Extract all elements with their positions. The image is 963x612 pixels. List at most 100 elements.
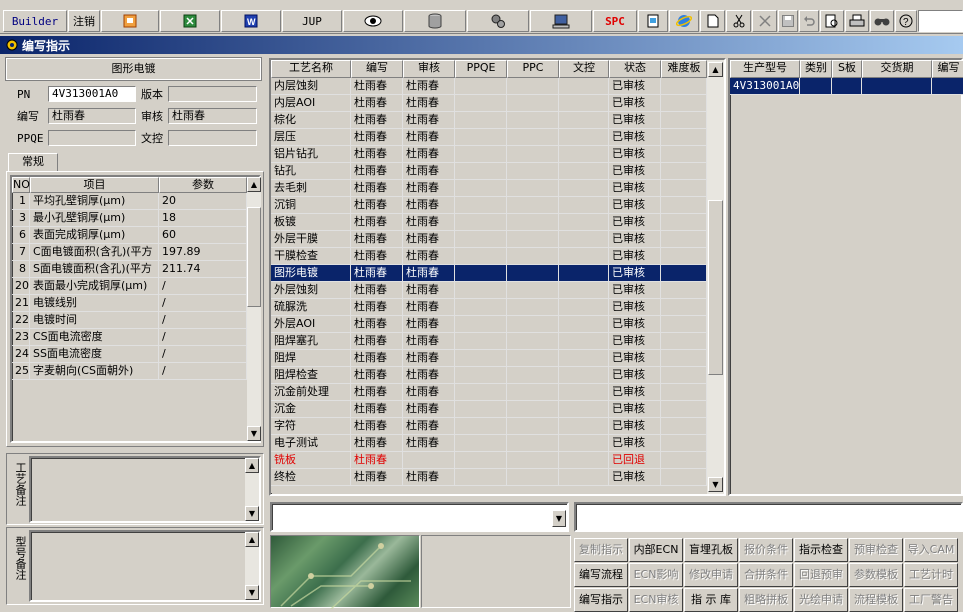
action-button[interactable]: ECN审核 (629, 588, 683, 612)
scroll-down-icon[interactable]: ▼ (245, 506, 259, 521)
process-row[interactable]: 棕化 杜雨春 杜雨春 已审核 (271, 112, 707, 129)
action-button[interactable]: 光绘申请 (794, 588, 848, 612)
file-icon[interactable] (638, 10, 668, 32)
process-row[interactable]: 板镀 杜雨春 杜雨春 已审核 (271, 214, 707, 231)
save-icon[interactable] (778, 10, 798, 32)
word-icon[interactable]: W (221, 10, 281, 32)
action-button[interactable]: 指示检查 (794, 538, 848, 562)
param-row[interactable]: 20 表面最小完成铜厚(μm) / (12, 278, 247, 295)
settings-icon[interactable] (467, 10, 529, 32)
scroll-up-icon[interactable]: ▲ (245, 458, 259, 473)
action-button[interactable]: 预审检查 (849, 538, 903, 562)
model-header-2[interactable]: S板 (832, 60, 862, 78)
version-field[interactable] (168, 86, 257, 102)
process-row[interactable]: 层压 杜雨春 杜雨春 已审核 (271, 129, 707, 146)
param-row[interactable]: 25 字麦朝向(CS面朝外) / (12, 363, 247, 380)
action-button[interactable]: ECN影响 (629, 563, 683, 587)
process-header-0[interactable]: 工艺名称 (271, 60, 351, 78)
action-button[interactable]: 工厂警告 (904, 588, 958, 612)
logout-button[interactable]: 注销 (68, 10, 100, 32)
undo-icon[interactable] (799, 10, 819, 32)
process-row[interactable]: 去毛刺 杜雨春 杜雨春 已审核 (271, 180, 707, 197)
cut-icon[interactable] (726, 10, 751, 32)
process-note-textarea[interactable]: ▲ ▼ (29, 456, 261, 523)
model-note-textarea[interactable]: ▲ ▼ (29, 530, 261, 602)
param-row[interactable]: 22 电镀时间 / (12, 312, 247, 329)
process-row[interactable]: 铣板 杜雨春 已回退 (271, 452, 707, 469)
chevron-down-icon[interactable]: ▼ (552, 510, 566, 527)
process-row[interactable]: 外层AOI 杜雨春 杜雨春 已审核 (271, 316, 707, 333)
pn-field[interactable]: 4V313001A0 (48, 86, 136, 102)
param-row[interactable]: 24 SS面电流密度 / (12, 346, 247, 363)
process-note-scrollbar[interactable]: ▲ ▼ (245, 458, 259, 521)
action-button[interactable]: 工艺计时 (904, 563, 958, 587)
help-icon[interactable]: ? (895, 10, 917, 32)
scroll-up-icon[interactable]: ▲ (247, 177, 261, 192)
action-button[interactable]: 导入CAM (904, 538, 958, 562)
action-button[interactable]: 合拼条件 (739, 563, 793, 587)
process-row[interactable]: 终检 杜雨春 杜雨春 已审核 (271, 469, 707, 486)
toolbar-search-input[interactable] (918, 10, 963, 32)
excel-icon[interactable] (160, 10, 220, 32)
process-header-1[interactable]: 编写 (351, 60, 403, 78)
action-button[interactable]: 盲埋孔板 (684, 538, 738, 562)
ppt-icon[interactable] (101, 10, 159, 32)
process-row[interactable]: 字符 杜雨春 杜雨春 已审核 (271, 418, 707, 435)
model-header-0[interactable]: 生产型号 (730, 60, 800, 78)
close-icon[interactable] (752, 10, 777, 32)
scroll-thumb[interactable] (247, 207, 261, 307)
model-header-3[interactable]: 交货期 (862, 60, 932, 78)
tab-general[interactable]: 常规 (8, 153, 58, 171)
process-row[interactable]: 硫脲洗 杜雨春 杜雨春 已审核 (271, 299, 707, 316)
param-scrollbar[interactable]: ▲ ▼ (247, 177, 261, 441)
spc-button[interactable]: SPC (593, 10, 637, 32)
builder-button[interactable]: Builder (3, 10, 67, 32)
process-header-2[interactable]: 审核 (403, 60, 455, 78)
process-row[interactable]: 阻焊检查 杜雨春 杜雨春 已审核 (271, 367, 707, 384)
param-row[interactable]: 3 最小孔壁铜厚(μm) 18 (12, 210, 247, 227)
process-header-4[interactable]: PPC (507, 60, 559, 78)
model-header-4[interactable]: 编写 (932, 60, 963, 78)
writer-field[interactable]: 杜雨春 (48, 108, 136, 124)
print-icon[interactable] (845, 10, 869, 32)
process-row[interactable]: 干膜检查 杜雨春 杜雨春 已审核 (271, 248, 707, 265)
param-row[interactable]: 1 平均孔壁铜厚(μm) 20 (12, 193, 247, 210)
process-scrollbar[interactable]: ▲ ▼ (707, 60, 724, 494)
action-button[interactable]: 粗略拼板 (739, 588, 793, 612)
action-button[interactable]: 修改申请 (684, 563, 738, 587)
process-row[interactable]: 电子测试 杜雨春 杜雨春 已审核 (271, 435, 707, 452)
process-row[interactable]: 沉金 杜雨春 杜雨春 已审核 (271, 401, 707, 418)
action-button[interactable]: 回退预审 (794, 563, 848, 587)
scroll-down-icon[interactable]: ▼ (708, 477, 723, 492)
action-button[interactable]: 编写流程 (574, 563, 628, 587)
param-row[interactable]: 21 电镀线别 / (12, 295, 247, 312)
process-row[interactable]: 沉金前处理 杜雨春 杜雨春 已审核 (271, 384, 707, 401)
reviewer-field[interactable]: 杜雨春 (168, 108, 257, 124)
action-button[interactable]: 内部ECN (629, 538, 683, 562)
scroll-up-icon[interactable]: ▲ (245, 532, 259, 547)
command-input[interactable] (574, 502, 963, 532)
action-button[interactable]: 复制指示 (574, 538, 628, 562)
doccheck-field[interactable] (168, 130, 257, 146)
print-preview-icon[interactable] (820, 10, 844, 32)
process-header-7[interactable]: 难度板 (661, 60, 707, 78)
ie-icon[interactable] (669, 10, 699, 32)
scroll-down-icon[interactable]: ▼ (247, 426, 261, 441)
scroll-thumb[interactable] (708, 200, 723, 375)
param-row[interactable]: 7 C面电镀面积(含孔)(平方 197.89 (12, 244, 247, 261)
process-header-5[interactable]: 文控 (559, 60, 609, 78)
model-header-1[interactable]: 类别 (800, 60, 832, 78)
filter-dropdown[interactable]: ▼ (270, 502, 569, 532)
action-button[interactable]: 指 示 库 (684, 588, 738, 612)
database-icon[interactable] (404, 10, 466, 32)
process-header-3[interactable]: PPQE (455, 60, 507, 78)
action-button[interactable]: 参数模板 (849, 563, 903, 587)
action-button[interactable]: 流程模板 (849, 588, 903, 612)
scroll-up-icon[interactable]: ▲ (708, 62, 723, 77)
action-button[interactable]: 报价条件 (739, 538, 793, 562)
computer-icon[interactable] (530, 10, 592, 32)
process-row[interactable]: 阻焊 杜雨春 杜雨春 已审核 (271, 350, 707, 367)
process-row[interactable]: 外层蚀刻 杜雨春 杜雨春 已审核 (271, 282, 707, 299)
jup-button[interactable]: JUP (282, 10, 342, 32)
model-row[interactable]: 4V313001A0 (730, 78, 963, 95)
